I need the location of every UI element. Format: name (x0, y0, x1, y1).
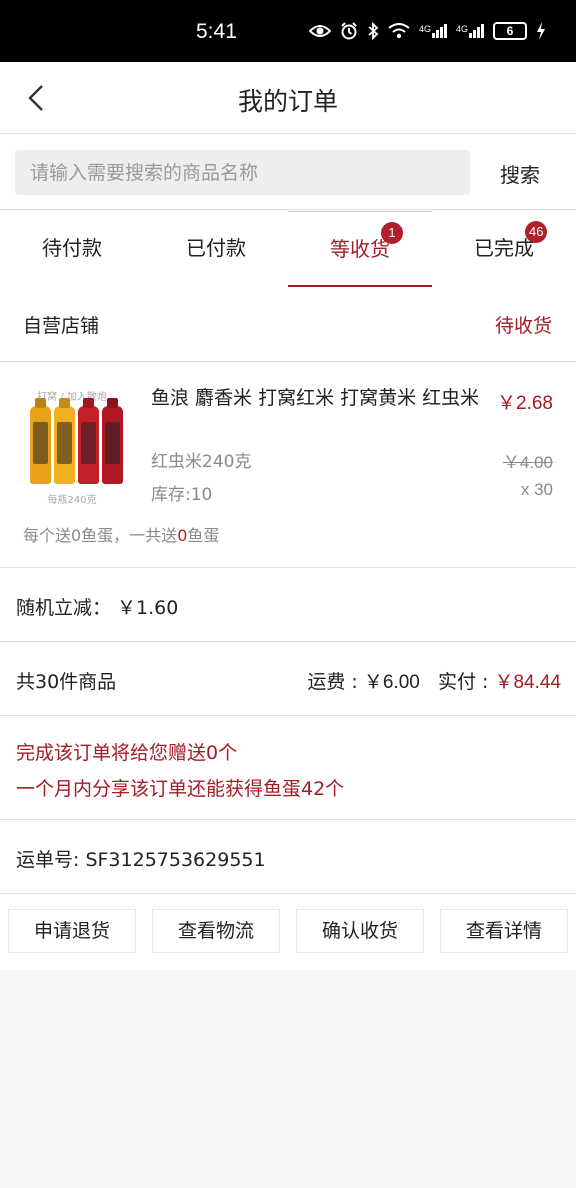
original-price: ￥4.00 (502, 453, 553, 472)
charging-icon (537, 22, 545, 40)
bottle-image (54, 406, 75, 484)
total-row: 共30件商品 运费 : ￥6.00 实付 : ￥84.44 (0, 642, 576, 716)
tab-completed[interactable]: 已完成 46 (432, 211, 576, 287)
search-bar: 搜索 (0, 134, 576, 210)
network-type-label: 4G (455, 24, 468, 34)
gift-note: 每个送0鱼蛋，一共送0鱼蛋 (23, 522, 219, 546)
gift-note-text: 每个送0鱼蛋，一共送 (23, 526, 178, 545)
promo-text-share: 一个月内分享该订单还能获得鱼蛋42个 (16, 778, 345, 800)
tab-awaiting-receipt[interactable]: 等收货 1 (288, 211, 432, 287)
product-quantity: x 30 (520, 480, 553, 499)
count-badge: 46 (525, 221, 548, 243)
tab-pending-payment[interactable]: 待付款 (0, 211, 144, 287)
bluetooth-icon (368, 22, 379, 40)
product-image[interactable]: 打窝 / 加入散炮 每瓶240克 (24, 386, 123, 506)
paid-amount: ￥84.44 (494, 672, 561, 693)
order-card: 自营店铺 待收货 打窝 / 加入散炮 每瓶240克 鱼浪 麝香米 打窝红米 打窝… (0, 287, 576, 970)
bottle-image (102, 406, 123, 484)
order-status: 待收货 (494, 315, 552, 337)
tab-label: 已完成 (474, 236, 534, 260)
wifi-icon (388, 23, 410, 39)
signal-4g-icon: 4G (456, 24, 484, 38)
payment-summary: 运费 : ￥6.00 实付 : ￥84.44 (307, 667, 561, 694)
battery-icon: 6 (493, 22, 527, 40)
view-logistics-button[interactable]: 查看物流 (152, 909, 280, 953)
gift-note-unit: 鱼蛋 (187, 526, 220, 545)
shop-row: 自营店铺 待收货 (0, 287, 576, 362)
nav-bar: 我的订单 (0, 62, 576, 134)
tab-label: 等收货 (330, 237, 390, 261)
paid-label: 实付 : (437, 671, 495, 693)
search-input[interactable] (15, 150, 470, 195)
tab-label: 已付款 (186, 236, 246, 260)
tab-label: 待付款 (42, 236, 102, 260)
promo-row: 完成该订单将给您赠送0个 一个月内分享该订单还能获得鱼蛋42个 (0, 716, 576, 820)
discount-row: 随机立减： ￥1.60 (0, 568, 576, 642)
image-caption-bottom: 每瓶240克 (47, 495, 97, 506)
tab-paid[interactable]: 已付款 (144, 211, 288, 287)
status-bar: 5:41 4G 4G 6 (0, 0, 576, 62)
gift-note-count: 0 (177, 526, 188, 545)
product-stock: 库存:10 (151, 485, 213, 505)
tracking-number: 运单号: SF3125753629551 (16, 849, 266, 871)
promo-text-complete: 完成该订单将给您赠送0个 (16, 742, 238, 764)
network-type-label: 4G (418, 24, 431, 34)
product-name: 鱼浪 麝香米 打窝红米 打窝黄米 红虫米 (151, 387, 480, 409)
status-time: 5:41 (196, 20, 237, 43)
status-icons: 4G 4G 6 (308, 22, 546, 40)
tracking-row: 运单号: SF3125753629551 (0, 820, 576, 894)
shop-name: 自营店铺 (23, 315, 100, 337)
page-title: 我的订单 (237, 87, 338, 116)
item-count: 共30件商品 (16, 671, 117, 693)
search-button[interactable]: 搜索 (500, 159, 540, 188)
shipping-fee: ￥6.00 (363, 672, 420, 693)
alarm-icon (341, 22, 357, 40)
eye-icon (308, 25, 331, 37)
discount-text: 随机立减： ￥1.60 (16, 597, 179, 619)
return-request-button[interactable]: 申请退货 (8, 909, 136, 953)
order-tabs: 待付款 已付款 等收货 1 已完成 46 (0, 211, 576, 287)
confirm-receipt-button[interactable]: 确认收货 (296, 909, 424, 953)
bottle-image (30, 406, 51, 484)
product-spec: 红虫米240克 (151, 452, 252, 472)
product-item[interactable]: 打窝 / 加入散炮 每瓶240克 鱼浪 麝香米 打窝红米 打窝黄米 红虫米 ￥2… (0, 362, 576, 568)
count-badge: 1 (381, 222, 403, 244)
product-price: ￥2.68 (497, 393, 553, 414)
signal-4g-icon: 4G (419, 24, 447, 38)
bottle-image (78, 406, 99, 484)
order-actions: 申请退货 查看物流 确认收货 查看详情 (0, 894, 576, 970)
shipping-label: 运费 : (307, 671, 364, 693)
view-details-button[interactable]: 查看详情 (440, 909, 568, 953)
